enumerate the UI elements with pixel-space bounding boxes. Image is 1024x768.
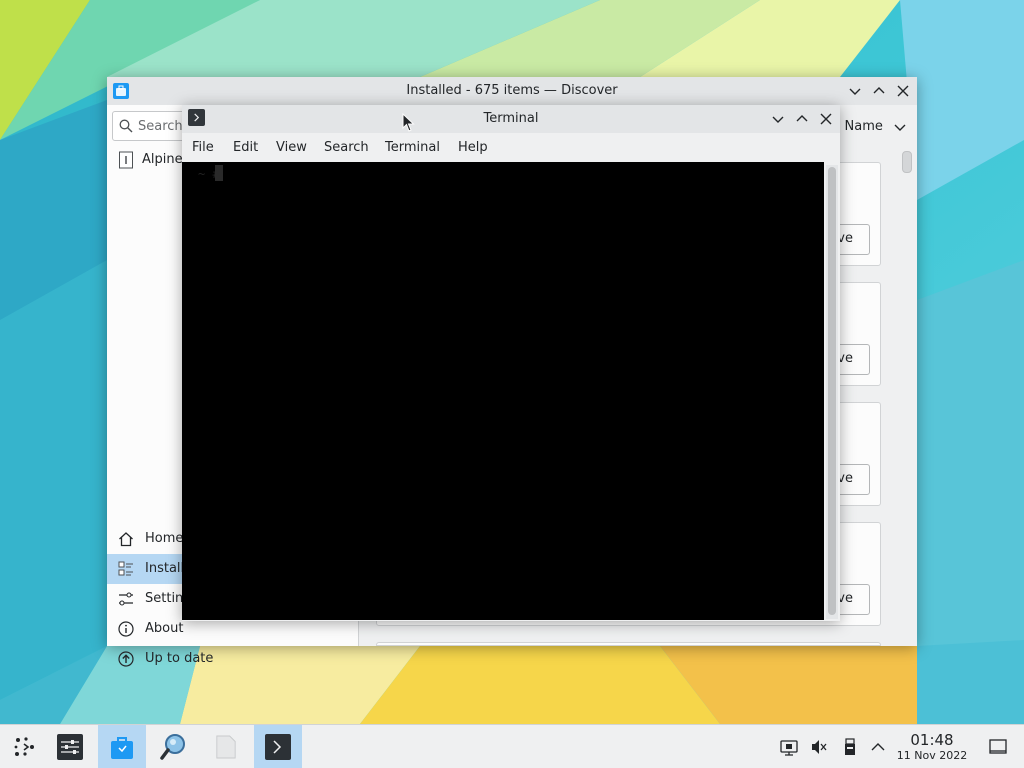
application-launcher-button[interactable] [0, 725, 48, 768]
show-desktop-icon[interactable] [989, 738, 1007, 756]
sidebar-item-label: Home [145, 531, 184, 546]
application-launcher-icon [14, 737, 34, 756]
menu-edit[interactable]: Edit [233, 140, 258, 155]
minimize-button[interactable] [845, 81, 865, 101]
sidebar-item-up-to-date[interactable]: Up to date [107, 644, 359, 674]
network-icon[interactable] [780, 738, 798, 756]
taskbar-terminal[interactable] [254, 725, 302, 768]
sidebar-item-label: Alpine [142, 152, 183, 167]
terminal-menubar: File Edit View Search Terminal Help [182, 133, 840, 163]
terminal-cursor [215, 165, 223, 181]
terminal-scrollbar[interactable] [826, 165, 838, 619]
mouse-pointer-icon [402, 113, 415, 132]
menu-file[interactable]: File [192, 140, 214, 155]
usb-device-icon[interactable] [841, 738, 859, 756]
system-settings-icon [57, 734, 83, 760]
taskbar-discover[interactable] [98, 725, 146, 768]
search-icon [119, 119, 133, 133]
close-icon [897, 85, 909, 97]
list-item[interactable] [376, 642, 881, 646]
taskbar-file[interactable] [202, 725, 250, 768]
maximize-button[interactable] [869, 81, 889, 101]
sidebar-item-label: About [145, 621, 184, 636]
update-icon [118, 651, 134, 667]
terminal-titlebar[interactable]: Terminal [182, 105, 840, 133]
chevron-down-icon[interactable] [894, 121, 906, 133]
menu-help[interactable]: Help [458, 140, 488, 155]
chevron-up-icon [873, 87, 885, 94]
clock-time[interactable]: 01:48 [892, 731, 972, 749]
menu-view[interactable]: View [276, 140, 307, 155]
taskbar-search-tool[interactable] [150, 725, 198, 768]
discover-titlebar[interactable]: Installed - 675 items — Discover [107, 77, 917, 105]
file-icon [216, 735, 236, 759]
taskbar: 01:48 11 Nov 2022 [0, 724, 1024, 768]
terminal-icon [265, 734, 291, 760]
minimize-button[interactable] [768, 109, 788, 129]
terminal-scrollbar-thumb[interactable] [828, 167, 836, 615]
menu-terminal[interactable]: Terminal [385, 140, 440, 155]
settings-icon [119, 592, 133, 606]
chevron-down-icon [772, 116, 784, 123]
content-scrollbar[interactable] [902, 151, 912, 173]
info-icon [118, 621, 134, 637]
installed-icon [118, 561, 133, 576]
terminal-window: Terminal File Edit View Search Terminal … [182, 105, 840, 621]
terminal-window-title: Terminal [483, 111, 539, 126]
home-icon [119, 532, 133, 547]
menu-search[interactable]: Search [324, 140, 369, 155]
maximize-button[interactable] [792, 109, 812, 129]
sidebar-item-label: Up to date [145, 651, 214, 666]
close-icon [820, 113, 832, 125]
discover-window-title: Installed - 675 items — Discover [406, 83, 618, 98]
close-button[interactable] [816, 109, 836, 129]
volume-muted-icon[interactable] [810, 738, 828, 756]
chevron-up-icon[interactable] [869, 738, 887, 756]
sort-label[interactable]: : Name [836, 119, 883, 134]
chevron-down-icon [849, 88, 861, 95]
terminal-screen[interactable]: ~ # [182, 162, 824, 620]
document-icon [119, 151, 133, 169]
clock-date[interactable]: 11 Nov 2022 [892, 749, 972, 762]
magnifier-icon [160, 734, 185, 760]
close-button[interactable] [893, 81, 913, 101]
chevron-up-icon [796, 115, 808, 122]
taskbar-system-settings[interactable] [46, 725, 94, 768]
discover-icon [111, 737, 133, 759]
